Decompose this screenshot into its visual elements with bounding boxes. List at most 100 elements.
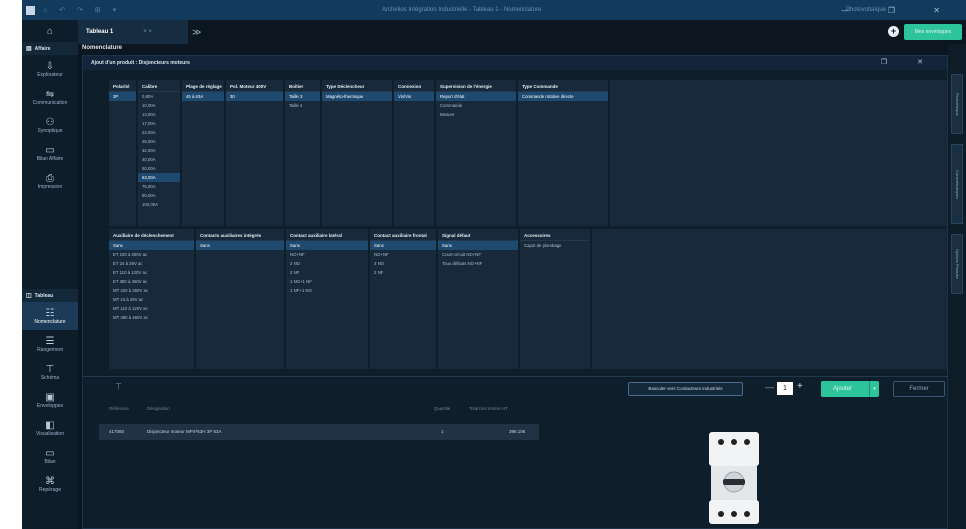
col-header-total: Total brut remisé HT xyxy=(469,406,508,411)
chevron-down-icon[interactable]: ▾ xyxy=(869,381,879,397)
cell-reference: 417060 xyxy=(109,429,125,434)
envelopes-button[interactable]: Mes enveloppes xyxy=(904,24,962,40)
option-item[interactable]: 32,00A xyxy=(138,146,180,155)
option-item[interactable]: Sans xyxy=(286,241,368,250)
quantity-decrease-button[interactable]: — xyxy=(765,382,774,392)
option-item[interactable]: 2 NF xyxy=(286,268,368,277)
switch-to-contactors-button[interactable]: Basculer vers Contacteurs industriels xyxy=(628,382,743,396)
option-item[interactable]: Vis/Vis xyxy=(394,92,434,101)
sidebar-item-visualisation[interactable]: ◧ Visualisation xyxy=(22,414,78,442)
option-item[interactable]: Capot de plombage xyxy=(520,241,590,250)
option-item[interactable]: MT 24 à 29V ac xyxy=(109,295,194,304)
tab-close-icon[interactable]: ˅ × xyxy=(143,29,152,35)
right-tab-caracteristiques[interactable]: Caractéristiques xyxy=(951,144,963,224)
option-item[interactable]: 17,00A xyxy=(138,119,180,128)
option-item[interactable]: Taille 4 xyxy=(285,101,320,110)
option-item[interactable]: 2 NO xyxy=(286,259,368,268)
option-item[interactable]: 3P xyxy=(109,92,136,101)
option-item[interactable]: 26,00A xyxy=(138,137,180,146)
criteria-column-contact-auxiliaire-frontal: Contact auxiliaire frontal Sans NO+NF 2 NO 2… xyxy=(370,229,436,369)
explorer-icon: ⇩ xyxy=(45,60,55,72)
sidebar-item-nomenclature[interactable]: ☷ Nomenclature xyxy=(22,302,78,330)
column-header: Pol. Moteur 400V xyxy=(226,80,283,92)
option-item[interactable]: 10,00A xyxy=(138,101,180,110)
criteria-column-pol-moteur-400v: Pol. Moteur 400V 30 xyxy=(226,80,283,226)
criteria-column-calibre: Calibre 0,80A 10,00A 13,00A 17,00A 22,00A 26,0… xyxy=(138,80,180,226)
option-item[interactable]: Sans xyxy=(370,241,436,250)
sidebar-item-synoptique[interactable]: ⚇ Synoptique xyxy=(22,111,78,139)
option-item[interactable]: Commande xyxy=(436,101,516,110)
quantity-input[interactable]: 1 xyxy=(777,382,793,395)
option-item[interactable]: Tous défauts NO+NF xyxy=(438,259,518,268)
option-item[interactable]: MT 380 à 460V ac xyxy=(109,313,194,322)
quick-access-toolbar[interactable]: ⌂ ↶ ↷ ⊞ ▾ xyxy=(43,6,121,14)
quantity-increase-button[interactable]: + xyxy=(797,381,803,392)
option-item[interactable]: 0,80A xyxy=(138,92,180,101)
option-item[interactable]: 22,00A xyxy=(138,128,180,137)
option-item[interactable]: MT 220 à 260V ac xyxy=(109,286,194,295)
product-criteria-section-1: Polarité 3P Calibre 0,80A 10,00A 13,00A 17,00A… xyxy=(109,80,947,226)
column-header: Type Déclencheur xyxy=(322,80,392,92)
filter-icon[interactable]: ⊤ xyxy=(115,382,122,391)
option-item[interactable]: ET 110 à 120V ac xyxy=(109,268,194,277)
option-item[interactable]: Taille 3 xyxy=(285,92,320,101)
option-item[interactable]: ET 24 à 29V ac xyxy=(109,259,194,268)
option-item[interactable]: 100,00A xyxy=(138,200,180,209)
cell-total: 398.10€ xyxy=(509,429,526,434)
close-button[interactable]: Fermer xyxy=(893,381,945,397)
add-button[interactable]: Ajouter ▾ xyxy=(821,381,879,397)
criteria-column-accessoires: Accessoires Capot de plombage xyxy=(520,229,590,369)
option-item[interactable]: 63,00A xyxy=(138,173,180,182)
sidebar-item-enveloppes[interactable]: ▣ Enveloppes xyxy=(22,386,78,414)
option-item[interactable]: 13,00A xyxy=(138,110,180,119)
option-item[interactable]: Sans xyxy=(196,241,284,250)
sidebar-item-communication[interactable]: ⇋ Communication xyxy=(22,83,78,111)
col-header-designation: Désignation xyxy=(147,406,170,411)
right-tab-phototheque[interactable]: Photothèque xyxy=(951,74,963,134)
option-item[interactable]: 90,00A xyxy=(138,191,180,200)
option-item[interactable]: 50,00A xyxy=(138,164,180,173)
option-item[interactable]: Court-circuit NO+NF xyxy=(438,250,518,259)
option-item[interactable]: 30 xyxy=(226,92,283,101)
option-item[interactable]: 40,00A xyxy=(138,155,180,164)
option-item[interactable]: NO+NF xyxy=(286,250,368,259)
option-item[interactable]: MT 110 à 120V ac xyxy=(109,304,194,313)
option-item[interactable]: Magnéto-thermique xyxy=(322,92,392,101)
column-header: Boîtier xyxy=(285,80,320,92)
option-item[interactable]: 2 NO xyxy=(370,259,436,268)
option-item[interactable]: 1 NF+1 NO xyxy=(286,286,368,295)
option-item[interactable]: ET 220 à 260V ac xyxy=(109,250,194,259)
table-row[interactable]: 417060 Disjoncteur moteur MPX³63H 3P 63A… xyxy=(99,424,539,440)
add-icon[interactable]: + xyxy=(888,26,899,37)
sidebar-item-sch-ma[interactable]: ⊤ Schéma xyxy=(22,358,78,386)
option-item[interactable]: Report d'état xyxy=(436,92,516,101)
tab-tableau-1[interactable]: Tableau 1 ˅ × xyxy=(78,20,188,44)
option-item[interactable]: ET 380 à 460V ac xyxy=(109,277,194,286)
criteria-column-connexion: Connexion Vis/Vis xyxy=(394,80,434,226)
option-item[interactable]: 75,00A xyxy=(138,182,180,191)
sidebar-item-explorateur[interactable]: ⇩ Explorateur xyxy=(22,55,78,83)
sidebar-item-impression[interactable]: ⎙ Impression xyxy=(22,167,78,195)
dialog-window-buttons[interactable]: ❐ ✕ xyxy=(881,58,937,66)
column-header: Contact auxiliaire latéral xyxy=(286,229,368,241)
tab-bar: Tableau 1 ˅ × ≫ + Mes enveloppes xyxy=(78,20,966,44)
option-item[interactable]: 45 à 63A xyxy=(182,92,224,101)
window-controls[interactable]: — ❐ ✕ xyxy=(842,6,958,15)
right-tab-options-produits[interactable]: Options Produits xyxy=(951,234,963,294)
sidebar-item-bilan-affaire[interactable]: ▭ Bilan Affaire xyxy=(22,139,78,167)
option-item[interactable]: 2 NF xyxy=(370,268,436,277)
option-item[interactable]: Commande rotative directe xyxy=(518,92,608,101)
option-item[interactable]: 1 NO+1 NF xyxy=(286,277,368,286)
option-item[interactable]: Sans xyxy=(109,241,194,250)
sidebar-item-rep-rage[interactable]: ⌘ Repérage xyxy=(22,470,78,498)
tab-overflow-icon[interactable]: ≫ xyxy=(192,27,201,38)
option-item[interactable]: Mesure xyxy=(436,110,516,119)
sidebar-item-rangement[interactable]: ☰ Rangement xyxy=(22,330,78,358)
sidebar-item-home[interactable]: ⌂ xyxy=(22,20,78,42)
option-item[interactable]: NO+NF xyxy=(370,250,436,259)
sidebar-section-tableau[interactable]: ◫ Tableau xyxy=(22,289,78,302)
add-product-dialog: Ajout d'un produit : Disjoncteurs moteur… xyxy=(82,55,949,529)
option-item[interactable]: Sans xyxy=(438,241,518,250)
sidebar-item-bilan[interactable]: ▭ Bilan xyxy=(22,442,78,470)
sidebar-section-affaire[interactable]: ▤ Affaire xyxy=(22,42,78,55)
